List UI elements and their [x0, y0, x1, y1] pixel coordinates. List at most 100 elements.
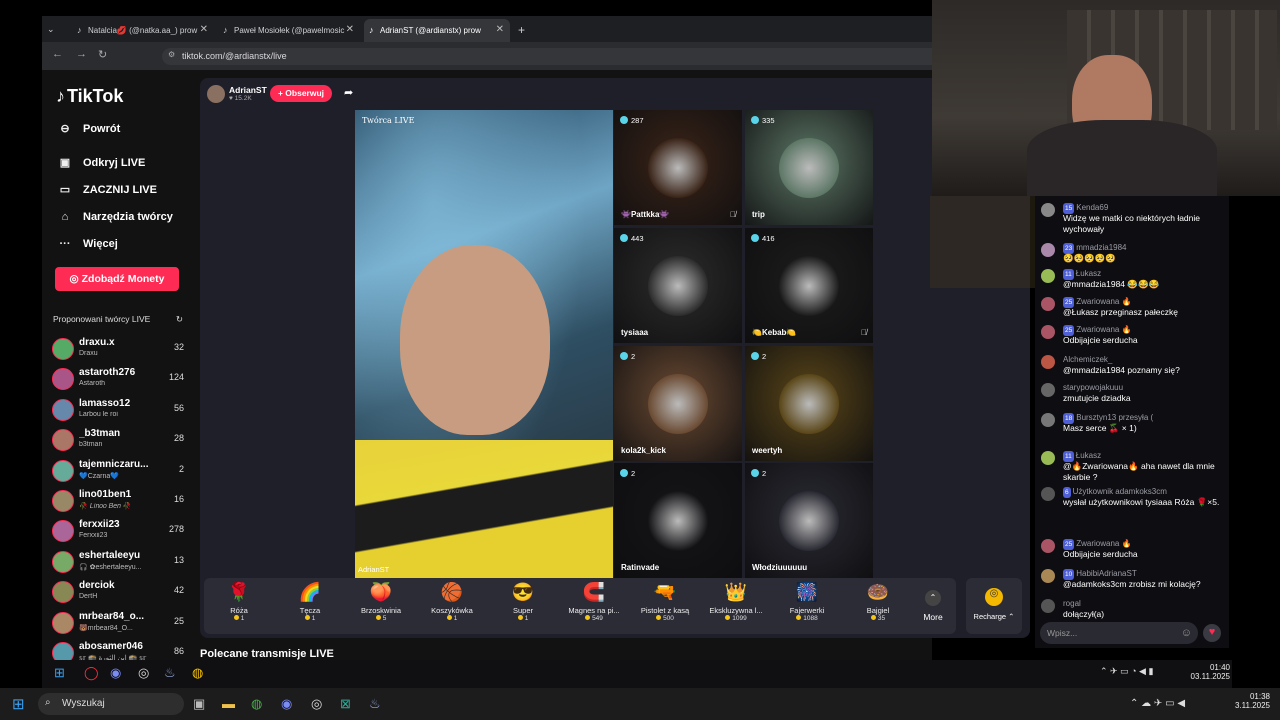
host-avatar[interactable] — [207, 85, 225, 103]
suggested-creator[interactable]: mrbear84_o... 🐻mrbear84_O... 25 — [50, 610, 190, 640]
chat-text: wysłał użytkownikowi tysiaaa Róża 🌹×5. — [1063, 497, 1220, 507]
like-heart-icon[interactable]: ♥ — [1203, 624, 1221, 642]
back-icon[interactable]: ← — [52, 48, 63, 60]
nav-creator-tools[interactable]: ⌂ Narzędzia twórcy — [56, 211, 173, 223]
steam-icon[interactable]: ♨ — [369, 696, 381, 712]
steam-icon[interactable]: ♨ — [164, 665, 176, 681]
reload-icon[interactable]: ↻ — [98, 48, 107, 61]
suggested-creator[interactable]: ferxxii23 Ferxxii23 278 — [50, 518, 190, 548]
browser-tab[interactable]: ♪ Natalcia💋 (@natka.aa_) prow ✕ — [72, 19, 214, 42]
task-view-icon[interactable]: ▣ — [193, 696, 205, 712]
gift-item[interactable]: 😎 Super 1 — [488, 582, 558, 622]
guest-tile[interactable]: 2 weertyh — [745, 346, 873, 461]
chat-avatar[interactable] — [1041, 487, 1055, 501]
guest-tile[interactable]: 2 kola2k_kick — [614, 346, 742, 461]
tray-icons[interactable]: ⌃ ☁ ✈ ▭ ◀ — [1130, 698, 1185, 709]
suggested-creator[interactable]: tajemniczaru... 💙Czarna💙 2 — [50, 458, 190, 488]
emoji-icon[interactable]: ☺ — [1181, 627, 1192, 639]
recharge-button[interactable]: ◎ Recharge ⌃ — [966, 578, 1022, 634]
chat-avatar[interactable] — [1041, 297, 1055, 311]
guest-tile[interactable]: 443 tysiaaa — [614, 228, 742, 343]
suggested-creator[interactable]: _b3tman b3tman 28 — [50, 427, 190, 457]
guest-tile[interactable]: 335 trip — [745, 110, 873, 225]
tray-icons[interactable]: ⌃ ✈ ▭ ◔ ◀ ▮ — [1100, 666, 1153, 677]
site-info-icon[interactable]: ⚙ — [168, 50, 175, 59]
taskbar-search[interactable]: ⌕ Wyszukaj — [38, 693, 184, 715]
nav-back[interactable]: ⊖ Powrót — [56, 122, 120, 135]
tiktok-logo[interactable]: ♪ TikTok — [56, 86, 123, 107]
more-gifts-button[interactable]: ⌃ More — [921, 588, 945, 626]
gift-price: 1 — [417, 615, 487, 622]
username-text: Łukasz — [1075, 451, 1102, 460]
chrome-icon[interactable]: ◍ — [251, 696, 262, 712]
nav-more[interactable]: ··· Więcej — [56, 238, 118, 250]
gift-item[interactable]: 🏀 Koszykówka 1 — [417, 582, 487, 622]
guest-tile[interactable]: 2 Włodziuuuuuu — [745, 463, 873, 578]
discord-icon[interactable]: ◉ — [281, 696, 292, 712]
windows-icon[interactable]: ⊞ — [54, 665, 65, 681]
home-icon: ⌂ — [61, 211, 69, 223]
follow-button[interactable]: + Obserwuj — [270, 85, 332, 102]
chat-avatar[interactable] — [1041, 325, 1055, 339]
chat-username[interactable]: rogal — [1063, 598, 1081, 609]
chat-input[interactable]: Wpisz... ☺ — [1040, 622, 1198, 644]
share-icon[interactable]: ➦ — [344, 86, 353, 99]
close-tab-icon[interactable]: ✕ — [496, 24, 504, 35]
guest-tile[interactable]: 287 👾Pattkka👾 🎙̸ — [614, 110, 742, 225]
chat-avatar[interactable] — [1041, 383, 1055, 397]
gift-item[interactable]: 🧲 Magnes na pi... 549 — [559, 582, 629, 622]
chat-avatar[interactable] — [1041, 539, 1055, 553]
url-field[interactable]: ⚙ tiktok.com/@ardianstx/live — [162, 48, 972, 65]
chat-avatar[interactable] — [1041, 355, 1055, 369]
browser-tab-active[interactable]: ♪ AdrianST (@ardianstx) prow ✕ — [364, 19, 510, 42]
folder-icon[interactable]: ▬ — [222, 696, 235, 711]
discord-icon[interactable]: ◉ — [110, 665, 121, 681]
chat-avatar[interactable] — [1041, 269, 1055, 283]
guest-tile[interactable]: 416 🍋Kebab🍋 🎙̸ — [745, 228, 873, 343]
app-icon[interactable]: ◎ — [311, 696, 322, 712]
chat-avatar[interactable] — [1041, 451, 1055, 465]
suggested-creator[interactable]: eshertaleeyu 🎧 ✿eshertaleeyu... 13 — [50, 549, 190, 579]
gift-item[interactable]: 🍑 Brzoskwinia 5 — [346, 582, 416, 622]
chat-username[interactable]: Alchemiczek_ — [1063, 354, 1112, 365]
gift-item[interactable]: 🔫 Pistolet z kasą 500 — [630, 582, 700, 622]
suggested-creator[interactable]: lamasso12 Larbou le roi 56 — [50, 397, 190, 427]
host-name[interactable]: AdrianST — [229, 85, 267, 95]
new-tab-button[interactable]: + — [514, 19, 534, 42]
opera-icon[interactable]: ◯ — [84, 665, 99, 681]
nav-explore-live[interactable]: ▣ Odkryj LIVE — [56, 156, 146, 169]
gift-item[interactable]: 👑 Ekskluzywna l... 1099 — [701, 582, 771, 622]
suggested-creator[interactable]: astaroth276 Astaroth 124 — [50, 366, 190, 396]
terminal-icon[interactable]: ⊠ — [340, 696, 351, 712]
suggested-creator[interactable]: draxu.x Draxu 32 — [50, 336, 190, 366]
chat-avatar[interactable] — [1041, 203, 1055, 217]
nav-start-live[interactable]: ▭ ZACZNIJ LIVE — [56, 183, 157, 196]
host-video[interactable]: Twórca LIVE AdrianST — [355, 110, 613, 578]
host-shirt — [355, 440, 613, 578]
gift-item[interactable]: 🎆 Fajerwerki 1088 — [772, 582, 842, 622]
viewer-icon — [620, 234, 628, 242]
gift-item[interactable]: 🌹 Róża 1 — [204, 582, 274, 622]
chat-avatar[interactable] — [1041, 413, 1055, 427]
app-icon[interactable]: ◎ — [138, 665, 149, 681]
chat-username[interactable]: starypowojakuuu — [1063, 382, 1123, 393]
browser-tab[interactable]: ♪ Paweł Mosiołek (@pawelmosic ✕ — [218, 19, 360, 42]
chat-avatar[interactable] — [1041, 243, 1055, 257]
close-tab-icon[interactable]: ✕ — [200, 24, 208, 35]
gift-item[interactable]: 🍩 Bajgiel 35 — [843, 582, 913, 622]
forward-icon[interactable]: → — [76, 48, 87, 60]
get-coins-button[interactable]: ◎ Zdobądź Monety — [55, 267, 179, 291]
chrome-icon[interactable]: ◍ — [192, 665, 203, 681]
suggested-creator[interactable]: lino01ben1 🥀 𝐿𝑖𝑛𝑜𝑜 𝐵𝑒𝑛 🥀 16 — [50, 488, 190, 518]
start-icon[interactable]: ⊞ — [12, 695, 25, 713]
guest-tile[interactable]: 2 Ratinvade — [614, 463, 742, 578]
close-tab-icon[interactable]: ✕ — [346, 24, 354, 35]
coin-icon — [725, 615, 731, 620]
chat-avatar[interactable] — [1041, 569, 1055, 583]
chat-avatar[interactable] — [1041, 599, 1055, 613]
suggested-creator[interactable]: derciok DertH 42 — [50, 579, 190, 609]
tab-search-button[interactable]: ⌄ — [47, 19, 53, 42]
gift-item[interactable]: 🌈 Tęcza 1 — [275, 582, 345, 622]
nav-label: Więcej — [83, 238, 118, 250]
refresh-icon[interactable]: ↻ — [176, 314, 183, 325]
